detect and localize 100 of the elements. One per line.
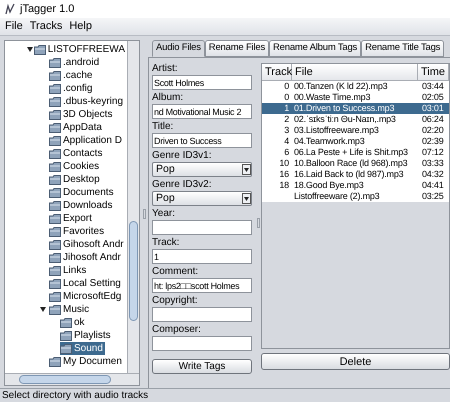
field-label: Title:	[152, 121, 174, 133]
table-row[interactable]: 1 01.Driven to Success.mp3 03:01	[262, 103, 449, 114]
folder-icon	[49, 108, 61, 120]
folder-icon	[49, 212, 61, 224]
folder-icon	[49, 356, 61, 368]
tree-item[interactable]: Downloads	[49, 199, 114, 212]
folder-icon	[49, 264, 61, 276]
field-label: Track:	[152, 237, 180, 249]
field-label: Album:	[152, 92, 184, 104]
field-label: Comment:	[152, 266, 200, 278]
tree-item[interactable]: Gihosoft Andr	[49, 238, 126, 251]
menu-item[interactable]: File	[5, 18, 23, 35]
folder-icon	[49, 122, 61, 134]
folder-icon	[49, 70, 61, 82]
tree-item[interactable]: Favorites	[49, 225, 106, 238]
tree-item[interactable]: Music	[49, 303, 92, 316]
delete-button[interactable]: Delete	[261, 353, 450, 370]
tree-item[interactable]: .config	[49, 82, 94, 95]
tree-item[interactable]: My Documen	[49, 355, 124, 368]
folder-icon	[49, 226, 61, 238]
table-row[interactable]: Listoffreeware (2).mp3 03:25	[262, 191, 449, 202]
horizontal-scrollbar[interactable]	[5, 373, 139, 385]
tree-item[interactable]: Export	[49, 212, 94, 225]
folder-icon	[60, 330, 72, 342]
tree-item[interactable]: Documents	[49, 186, 116, 199]
tab[interactable]: Rename Album Tags	[269, 40, 362, 57]
folder-icon	[49, 304, 61, 316]
folder-icon	[49, 96, 61, 108]
tree-item[interactable]: Cookies	[49, 160, 102, 173]
tree-item[interactable]: Contacts	[49, 147, 104, 160]
folder-icon	[49, 278, 61, 290]
field-label: Genre ID3v2:	[152, 179, 212, 191]
status-text: Select directory with audio tracks	[2, 389, 148, 402]
tree-item[interactable]: .cache	[49, 69, 94, 82]
tree-item[interactable]: Playlists	[60, 329, 113, 342]
column-header[interactable]: Time	[418, 64, 449, 80]
text-field[interactable]	[152, 307, 252, 322]
field-label: Year:	[152, 208, 176, 220]
tab[interactable]: Rename Title Tags	[361, 40, 444, 57]
tab[interactable]: Rename Files	[204, 40, 270, 57]
menu-item[interactable]: Tracks	[30, 18, 62, 35]
table-row[interactable]: 6 06.La Peste + Life is Shit.mp3 07:12	[262, 147, 449, 158]
text-field[interactable]	[152, 220, 252, 235]
table-row[interactable]: 16 16.Laid Back to (ld 987).mp3 04:32	[262, 169, 449, 180]
genre-dropdown[interactable]: Pop	[152, 162, 252, 177]
tree-item[interactable]: Desktop	[49, 173, 102, 186]
field-label: Composer:	[152, 324, 202, 336]
folder-icon	[49, 174, 61, 186]
text-field[interactable]: Scott Holmes	[152, 75, 252, 90]
folder-icon	[49, 238, 61, 250]
tree-item[interactable]: Jihosoft Andr	[49, 251, 123, 264]
app-icon	[4, 3, 16, 15]
column-header[interactable]: Track	[262, 64, 292, 80]
table-row[interactable]: 3 03.Listoffreeware.mp3 02:20	[262, 125, 449, 136]
table-row[interactable]: 10 10.Balloon Race (ld 968).mp3 03:33	[262, 158, 449, 169]
tree-item[interactable]: ok	[60, 316, 87, 329]
field-label: Genre ID3v1:	[152, 150, 212, 162]
tree-item[interactable]: LISTOFFREEWA	[34, 43, 127, 56]
folder-icon	[49, 252, 61, 264]
text-field[interactable]: ht: lps2□□scott Holmes	[152, 278, 252, 293]
tree-item[interactable]: 3D Objects	[49, 108, 114, 121]
tab[interactable]: Audio Files	[152, 40, 205, 57]
folder-icon	[34, 44, 46, 56]
folder-icon	[60, 342, 72, 354]
menu-item[interactable]: Help	[69, 18, 92, 35]
column-header[interactable]: File	[292, 64, 418, 80]
field-label: Artist:	[152, 63, 179, 75]
folder-icon	[49, 134, 61, 146]
tree-item[interactable]: Local Setting	[49, 277, 123, 290]
window-title: jTagger 1.0	[20, 2, 74, 17]
table-row[interactable]: 2 02.ˈsɪksˈtiːn Θu-Naɪn,.mp3 06:24	[262, 114, 449, 125]
text-field[interactable]: nd Motivational Music 2	[152, 104, 252, 119]
folder-icon	[49, 290, 61, 302]
tree-item[interactable]: MicrosoftEdg	[49, 290, 124, 303]
write-tags-button[interactable]: Write Tags	[152, 359, 252, 374]
tree-item[interactable]: AppData	[49, 121, 104, 134]
expanded-arrow-icon[interactable]	[26, 47, 33, 52]
folder-icon	[49, 186, 61, 198]
tree-item[interactable]: Application D	[49, 134, 124, 147]
table-row[interactable]: 18 18.Good Bye.mp3 04:41	[262, 180, 449, 191]
text-field[interactable]: 1	[152, 249, 252, 264]
field-label: Copyright:	[152, 295, 199, 307]
folder-icon	[49, 160, 61, 172]
tree-item[interactable]: .android	[49, 56, 102, 69]
folder-icon	[49, 200, 61, 212]
folder-icon	[49, 148, 61, 160]
tree-item[interactable]: Sound	[60, 342, 105, 355]
tree-item[interactable]: .dbus-keyring	[49, 95, 126, 108]
table-row[interactable]: 4 04.Teamwork.mp3 02:39	[262, 136, 449, 147]
folder-icon	[49, 82, 61, 94]
text-field[interactable]	[152, 336, 252, 351]
vertical-scrollbar[interactable]	[127, 41, 139, 373]
text-field[interactable]: Driven to Success	[152, 133, 252, 148]
tree-item[interactable]: Links	[49, 264, 88, 277]
expanded-arrow-icon[interactable]	[40, 307, 46, 312]
folder-icon	[60, 316, 72, 328]
genre-dropdown[interactable]: Pop	[152, 191, 252, 206]
table-row[interactable]: 0 00.Tanzen (K ld 22).mp3 03:44	[262, 81, 449, 92]
table-row[interactable]: 0 00.Waste Time.mp3 02:05	[262, 92, 449, 103]
folder-icon	[49, 56, 61, 68]
